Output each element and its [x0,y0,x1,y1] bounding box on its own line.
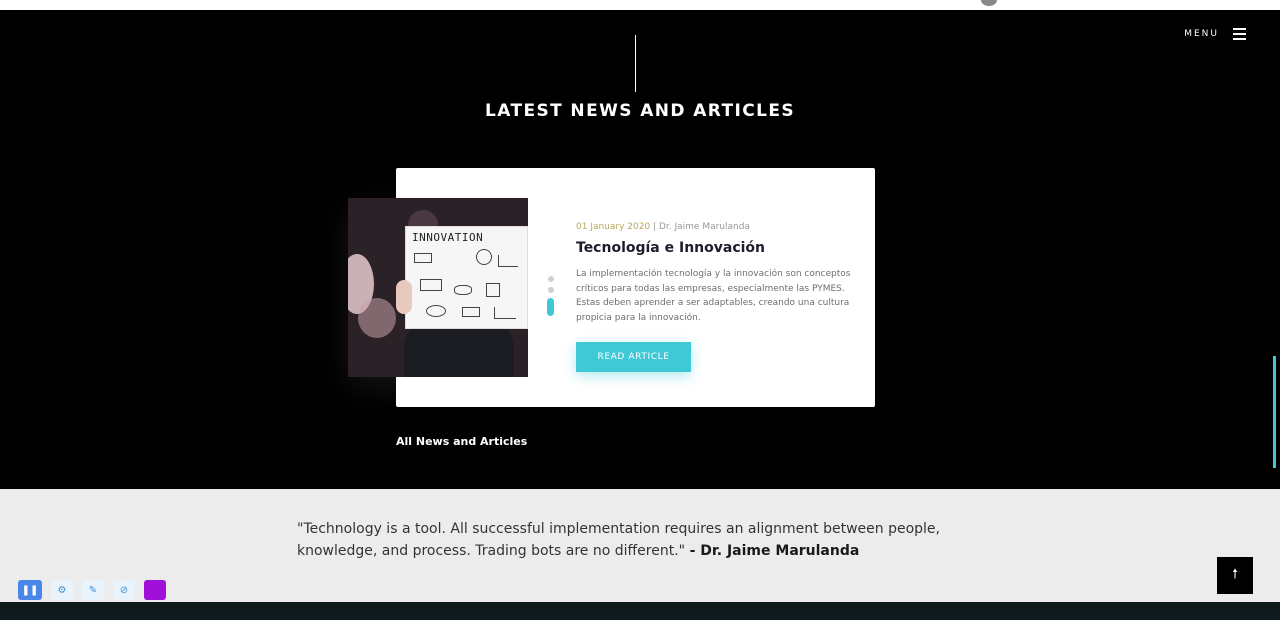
section-title: LATEST NEWS AND ARTICLES [485,101,795,121]
article-thumbnail[interactable]: INNOVATION [348,198,528,377]
page-scroll-indicator[interactable] [1273,356,1276,468]
slider-dot[interactable] [547,287,554,293]
decorative-divider-line [635,35,636,92]
pause-icon: ❚❚ [21,584,39,596]
pen-button[interactable]: ✎ [82,580,104,600]
doodle [476,249,492,265]
hamburger-icon[interactable] [1233,28,1246,40]
quote-section: "Technology is a tool. All successful im… [0,489,1280,602]
link-button[interactable]: ⊘ [113,580,135,600]
article-meta: 01 January 2020 | Dr. Jaime Marulanda [576,222,750,232]
all-news-link[interactable]: All News and Articles [396,435,527,448]
doodle [426,305,446,317]
bokeh-light [358,298,396,338]
link-icon: ⊘ [119,584,129,596]
slider-dot[interactable] [547,276,554,282]
doodle [498,255,518,267]
read-article-button[interactable]: READ ARTICLE [576,342,691,372]
pen-icon: ✎ [88,584,98,596]
arrow-up-icon: 🠕 [1232,566,1238,582]
browser-top-bar [0,0,1280,10]
quote-author: - Dr. Jaime Marulanda [689,543,860,559]
innovation-sign: INNOVATION [405,226,528,329]
doodle [420,279,442,291]
innovation-sign-text: INNOVATION [412,231,484,244]
hand [396,280,412,314]
menu-label: MENU [1184,29,1219,39]
doodle [494,307,516,319]
pause-button[interactable]: ❚❚ [18,580,42,600]
doodle [486,283,500,297]
doodle [454,285,472,295]
doodle [414,253,432,263]
quote-block: "Technology is a tool. All successful im… [297,518,957,562]
settings-button[interactable]: ⚙ [51,580,73,600]
doodle [462,307,480,317]
color-swatch-button[interactable] [144,580,166,600]
cursor-indicator [981,0,997,6]
slider-dot-active[interactable] [547,298,554,316]
article-author[interactable]: Dr. Jaime Marulanda [659,222,750,232]
article-excerpt: La implementación tecnología y la innova… [576,269,851,323]
article-date: 01 January 2020 [576,222,651,232]
settings-icon: ⚙ [57,584,67,596]
menu-button[interactable]: MENU [1184,28,1246,40]
back-to-top-button[interactable]: 🠕 [1217,557,1253,594]
slider-dots [547,276,554,321]
bottom-strip [0,602,1280,620]
article-title[interactable]: Tecnología e Innovación [576,240,765,256]
meta-separator: | [650,222,659,232]
editor-toolbar: ❚❚ ⚙ ✎ ⊘ [18,580,166,600]
